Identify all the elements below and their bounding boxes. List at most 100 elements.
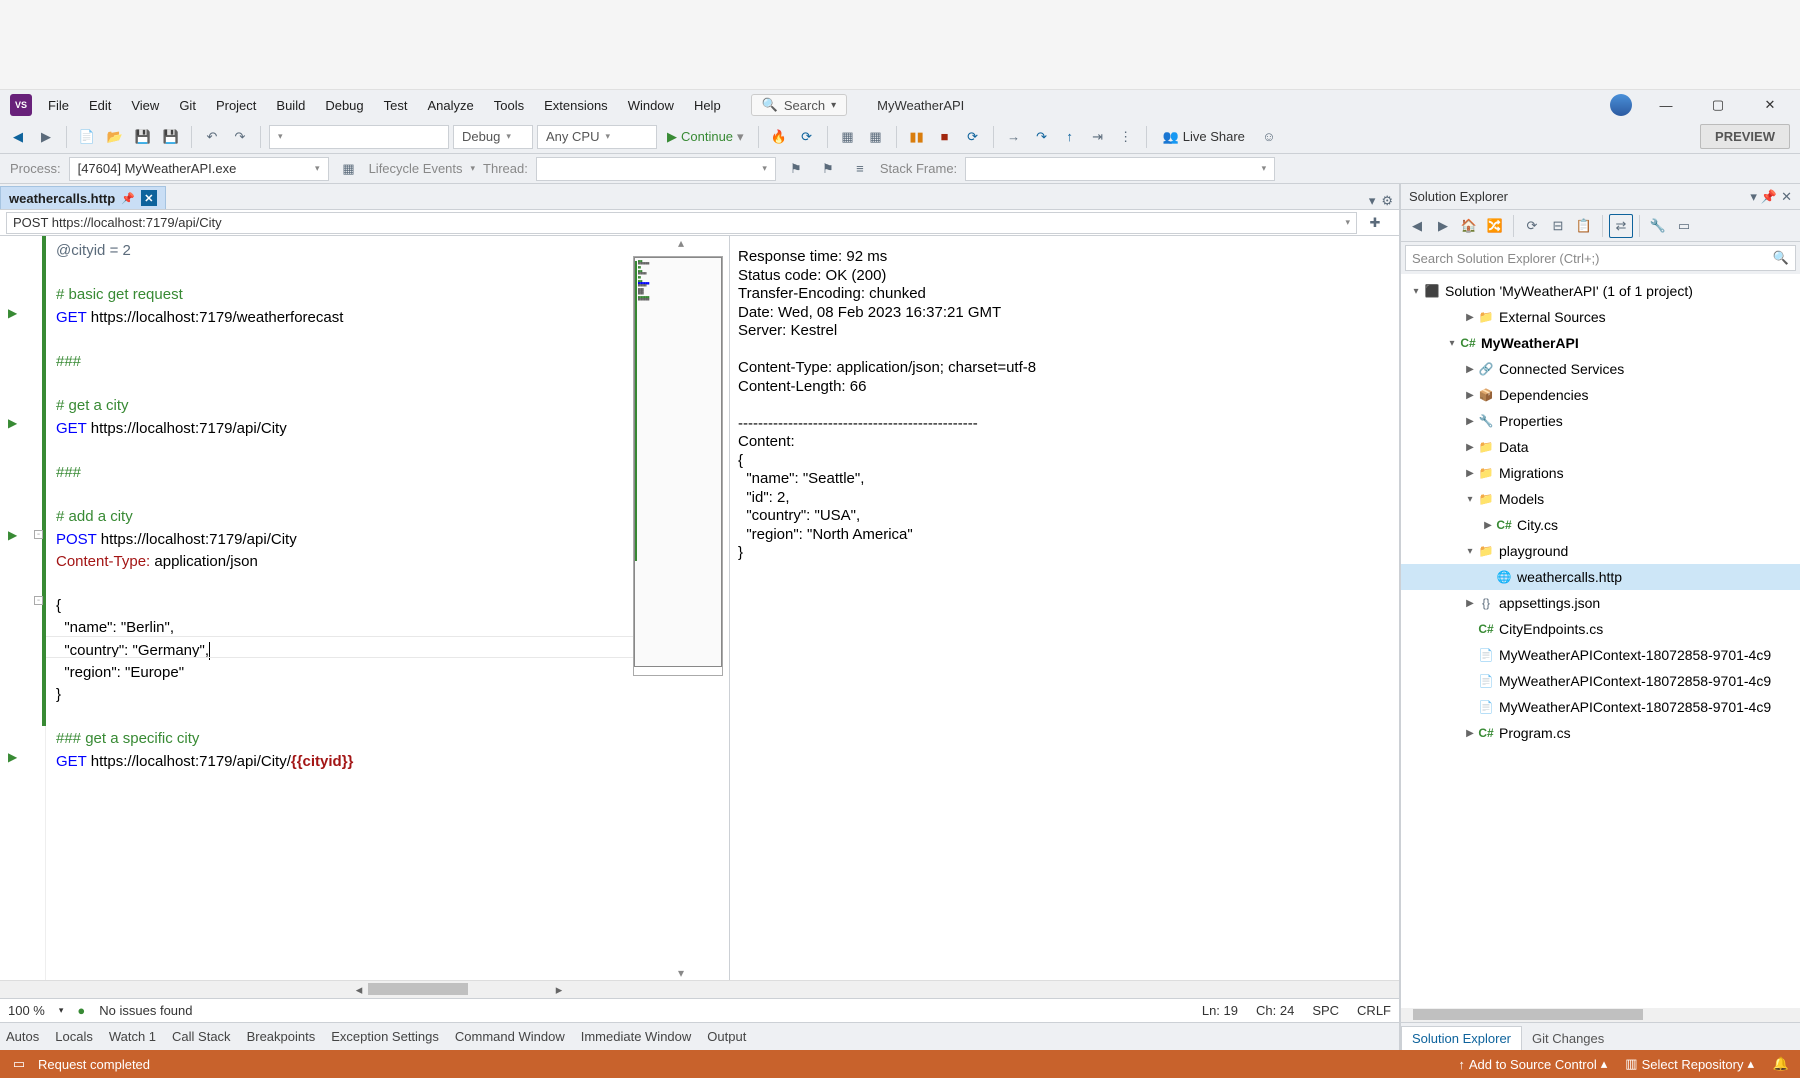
preview-button[interactable]: PREVIEW (1700, 124, 1790, 149)
solution-node[interactable]: ▾⬛ Solution 'MyWeatherAPI' (1 of 1 proje… (1401, 278, 1800, 304)
tree-item[interactable]: ▶🔗Connected Services (1401, 356, 1800, 382)
tab-settings-icon[interactable]: ⚙ (1381, 193, 1393, 209)
save-icon[interactable]: 💾 (131, 125, 155, 149)
run-glyph-icon[interactable]: ▶ (8, 750, 17, 764)
file-tab-weathercalls[interactable]: weathercalls.http 📌 ✕ (0, 186, 166, 209)
pause-icon[interactable]: ▮▮ (905, 125, 929, 149)
refresh-icon[interactable]: ⟳ (961, 125, 985, 149)
hot-reload-icon[interactable]: 🔥 (767, 125, 791, 149)
editor-hscroll[interactable]: ◂ ▸ (0, 980, 1399, 998)
properties-icon[interactable]: 🔧 (1646, 214, 1670, 238)
tree-item[interactable]: 🌐weathercalls.http (1401, 564, 1800, 590)
solution-tree[interactable]: ▾⬛ Solution 'MyWeatherAPI' (1 of 1 proje… (1401, 274, 1800, 1008)
tooltab-breakpoints[interactable]: Breakpoints (247, 1029, 316, 1044)
platform-combo[interactable]: Any CPU▾ (537, 125, 657, 149)
save-all-icon[interactable]: 💾 (159, 125, 183, 149)
refresh-icon[interactable]: ⟳ (1520, 214, 1544, 238)
misc-icon[interactable]: ⋮ (1114, 125, 1138, 149)
new-item-icon[interactable]: 📄 (75, 125, 99, 149)
stackframe-combo[interactable]: ▾ (965, 157, 1275, 181)
run-glyph-icon[interactable]: ▶ (8, 528, 17, 542)
step-icon2[interactable]: ▦ (864, 125, 888, 149)
menu-view[interactable]: View (121, 94, 169, 117)
pin-icon[interactable]: 📌 (1761, 189, 1777, 205)
undo-icon[interactable]: ↶ (200, 125, 224, 149)
minimap[interactable]: ███████████ ██ █████████ ██ ███████████ … (633, 256, 723, 676)
tree-item[interactable]: ▾📁Models (1401, 486, 1800, 512)
lifecycle-icon[interactable]: ▦ (337, 157, 361, 181)
tree-item[interactable]: 📄MyWeatherAPIContext-18072858-9701-4c9 (1401, 668, 1800, 694)
tree-item[interactable]: ▶C#City.cs (1401, 512, 1800, 538)
menu-edit[interactable]: Edit (79, 94, 121, 117)
tab-dropdown-icon[interactable]: ▾ (1369, 193, 1376, 209)
tree-item[interactable]: ▾C#MyWeatherAPI (1401, 330, 1800, 356)
solexp-hscroll[interactable] (1401, 1008, 1800, 1022)
tree-item[interactable]: ▶C#Program.cs (1401, 720, 1800, 746)
menu-extensions[interactable]: Extensions (534, 94, 618, 117)
menu-file[interactable]: File (38, 94, 79, 117)
menu-build[interactable]: Build (266, 94, 315, 117)
switch-view-icon[interactable]: 🔀 (1483, 214, 1507, 238)
redo-icon[interactable]: ↷ (228, 125, 252, 149)
nav-combo[interactable]: POST https://localhost:7179/api/City ▾ (6, 212, 1357, 234)
tab-solution-explorer[interactable]: Solution Explorer (1401, 1026, 1522, 1050)
stop-icon[interactable]: ■ (933, 125, 957, 149)
scroll-up-icon[interactable]: ▴ (633, 236, 729, 250)
nav-forward-icon[interactable]: ▶ (34, 125, 58, 149)
source-control-button[interactable]: ↑Add to Source Control▴ (1458, 1056, 1607, 1072)
outline-collapse-icon[interactable]: - (34, 596, 43, 605)
flag-icon[interactable]: ⚑ (784, 157, 808, 181)
user-avatar[interactable] (1610, 94, 1632, 116)
tooltab-call-stack[interactable]: Call Stack (172, 1029, 231, 1044)
step-into-icon[interactable]: → (1002, 125, 1026, 149)
collapse-icon[interactable]: ⊟ (1546, 214, 1570, 238)
forward-icon[interactable]: ▶ (1431, 214, 1455, 238)
search-box[interactable]: 🔍 Search ▾ (751, 94, 847, 116)
bell-icon[interactable]: 🔔 (1772, 1055, 1790, 1073)
tooltab-output[interactable]: Output (707, 1029, 746, 1044)
thread-combo[interactable]: ▾ (536, 157, 776, 181)
tab-git-changes[interactable]: Git Changes (1522, 1027, 1614, 1050)
tree-item[interactable]: ▶📁Migrations (1401, 460, 1800, 486)
outline-collapse-icon[interactable]: - (34, 530, 43, 539)
tree-item[interactable]: C#CityEndpoints.cs (1401, 616, 1800, 642)
menu-tools[interactable]: Tools (484, 94, 534, 117)
restart-icon[interactable]: ⟳ (795, 125, 819, 149)
code-editor[interactable]: @cityid = 2 # basic get request GET http… (46, 236, 633, 980)
split-editor-icon[interactable]: ✚ (1357, 215, 1393, 231)
menu-project[interactable]: Project (206, 94, 266, 117)
solexp-search[interactable]: Search Solution Explorer (Ctrl+;) 🔍 (1405, 245, 1796, 271)
tree-item[interactable]: 📄MyWeatherAPIContext-18072858-9701-4c9 (1401, 642, 1800, 668)
step-over-icon[interactable]: ↷ (1030, 125, 1054, 149)
tree-item[interactable]: ▶{}appsettings.json (1401, 590, 1800, 616)
tooltab-immediate-window[interactable]: Immediate Window (581, 1029, 692, 1044)
open-icon[interactable]: 📂 (103, 125, 127, 149)
home-icon[interactable]: 🏠 (1457, 214, 1481, 238)
tree-item[interactable]: ▶📁External Sources (1401, 304, 1800, 330)
back-icon[interactable]: ◀ (1405, 214, 1429, 238)
menu-analyze[interactable]: Analyze (417, 94, 483, 117)
menu-git[interactable]: Git (169, 94, 206, 117)
tooltab-locals[interactable]: Locals (55, 1029, 93, 1044)
threads-icon[interactable]: ≡ (848, 157, 872, 181)
menu-test[interactable]: Test (374, 94, 418, 117)
menu-window[interactable]: Window (618, 94, 684, 117)
run-glyph-icon[interactable]: ▶ (8, 306, 17, 320)
tree-item[interactable]: ▾📁playground (1401, 538, 1800, 564)
minimize-button[interactable]: — (1648, 91, 1684, 119)
run-to-icon[interactable]: ⇥ (1086, 125, 1110, 149)
step-icon[interactable]: ▦ (836, 125, 860, 149)
sync-icon[interactable]: ⇄ (1609, 214, 1633, 238)
startup-combo[interactable]: ▾ (269, 125, 449, 149)
tooltab-watch-1[interactable]: Watch 1 (109, 1029, 156, 1044)
show-all-icon[interactable]: 📋 (1572, 214, 1596, 238)
flag2-icon[interactable]: ⚑ (816, 157, 840, 181)
live-share-button[interactable]: 👥Live Share (1155, 129, 1253, 145)
zoom-level[interactable]: 100 % (8, 1003, 45, 1018)
close-tab-icon[interactable]: ✕ (141, 190, 157, 206)
repo-button[interactable]: ▥Select Repository▴ (1625, 1056, 1754, 1072)
tooltab-command-window[interactable]: Command Window (455, 1029, 565, 1044)
close-button[interactable]: ✕ (1752, 91, 1788, 119)
maximize-button[interactable]: ▢ (1700, 91, 1736, 119)
nav-back-icon[interactable]: ◀ (6, 125, 30, 149)
